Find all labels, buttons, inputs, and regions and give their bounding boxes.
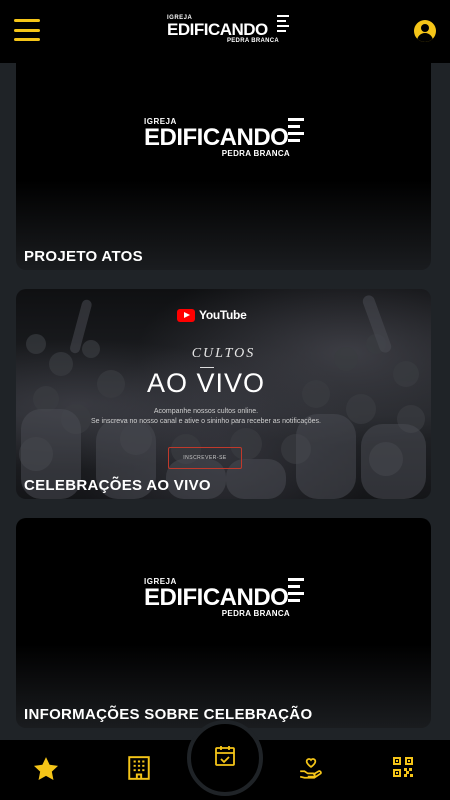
card-logo: IGREJA EDIFICANDO PEDRA BRANCA — [144, 118, 304, 164]
star-icon[interactable] — [32, 755, 60, 783]
youtube-play-icon — [177, 308, 195, 322]
live-description-line2: Se inscreva no nosso canal e ative o sin… — [91, 418, 321, 425]
card-projeto-atos[interactable]: IGREJA EDIFICANDO PEDRA BRANCA PROJETO A… — [16, 45, 431, 270]
logo-main-text: EDIFICANDO — [144, 584, 289, 611]
logo-main-text: EDIFICANDO — [167, 20, 268, 39]
hamburger-menu-icon[interactable] — [14, 19, 40, 41]
logo-bars-icon — [288, 578, 304, 602]
logo-bottom-text: PEDRA BRANCA — [221, 149, 290, 158]
card-celebracoes-ao-vivo[interactable]: YouTube CULTOS AO VIVO Acompanhe nossos … — [16, 289, 431, 499]
logo-bottom-text: PEDRA BRANCA — [221, 609, 290, 618]
user-profile-icon[interactable] — [414, 20, 436, 42]
card-logo: IGREJA EDIFICANDO PEDRA BRANCA — [144, 578, 304, 624]
card-informacoes-celebracao[interactable]: IGREJA EDIFICANDO PEDRA BRANCA INFORMAÇÕ… — [16, 518, 431, 728]
qr-code-icon[interactable] — [391, 755, 419, 783]
calendar-check-icon — [213, 744, 237, 773]
subscribe-button[interactable]: INSCREVER-SE — [168, 447, 242, 469]
ao-vivo-heading: AO VIVO — [146, 368, 266, 398]
live-description-line1: Acompanhe nossos cultos online. — [153, 408, 259, 415]
card-title: INFORMAÇÕES SOBRE CELEBRAÇÃO — [24, 706, 313, 723]
building-icon[interactable] — [126, 755, 154, 783]
hand-heart-icon[interactable] — [298, 755, 326, 783]
calendar-nav-button[interactable] — [187, 720, 263, 796]
card-title: CELEBRAÇÕES AO VIVO — [24, 477, 211, 494]
header-logo: IGREJA EDIFICANDO PEDRA BRANCA — [167, 15, 289, 51]
youtube-label: YouTube — [199, 308, 247, 322]
logo-main-text: EDIFICANDO — [144, 124, 289, 151]
youtube-logo: YouTube — [177, 308, 247, 322]
app-header: IGREJA EDIFICANDO PEDRA BRANCA — [0, 0, 450, 63]
logo-bars-icon — [277, 15, 289, 32]
cultos-label: CULTOS — [191, 346, 256, 361]
logo-bars-icon — [288, 118, 304, 142]
card-title: PROJETO ATOS — [24, 248, 143, 265]
